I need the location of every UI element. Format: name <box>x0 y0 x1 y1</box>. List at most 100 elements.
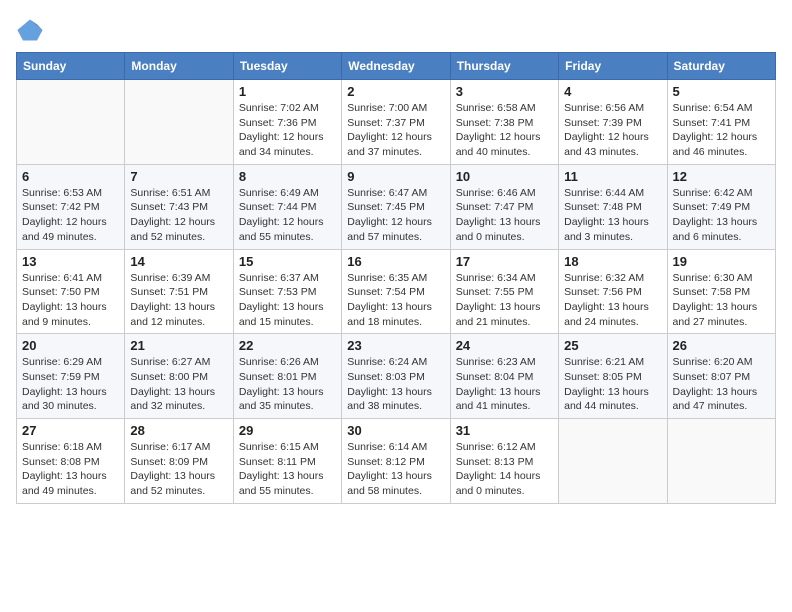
day-info: Sunrise: 6:51 AM Sunset: 7:43 PM Dayligh… <box>130 186 227 245</box>
day-number: 17 <box>456 254 553 269</box>
day-number: 7 <box>130 169 227 184</box>
day-info: Sunrise: 6:34 AM Sunset: 7:55 PM Dayligh… <box>456 271 553 330</box>
calendar-cell: 22Sunrise: 6:26 AM Sunset: 8:01 PM Dayli… <box>233 334 341 419</box>
calendar-cell: 18 Sunrise: 6:32 AM Sunset: 7:56 PM Dayli… <box>559 249 667 334</box>
day-number: 30 <box>347 423 444 438</box>
calendar-cell: 16 Sunrise: 6:35 AM Sunset: 7:54 PM Dayli… <box>342 249 450 334</box>
day-number: 23 <box>347 338 444 353</box>
day-number: 13 <box>22 254 119 269</box>
calendar-table: SundayMondayTuesdayWednesdayThursdayFrid… <box>16 52 776 504</box>
calendar-cell <box>559 419 667 504</box>
day-info: Sunrise: 6:56 AM Sunset: 7:39 PM Dayligh… <box>564 101 661 160</box>
calendar-cell: 25Sunrise: 6:21 AM Sunset: 8:05 PM Dayli… <box>559 334 667 419</box>
calendar-cell: 10 Sunrise: 6:46 AM Sunset: 7:47 PM Dayli… <box>450 164 558 249</box>
day-header-saturday: Saturday <box>667 53 775 80</box>
calendar-cell: 28 Sunrise: 6:17 AM Sunset: 8:09 PM Dayli… <box>125 419 233 504</box>
day-info: Sunrise: 6:35 AM Sunset: 7:54 PM Dayligh… <box>347 271 444 330</box>
calendar-cell <box>125 80 233 165</box>
day-info: Sunrise: 6:32 AM Sunset: 7:56 PM Dayligh… <box>564 271 661 330</box>
day-info: Sunrise: 6:30 AM Sunset: 7:58 PM Dayligh… <box>673 271 770 330</box>
day-info: Sunrise: 6:42 AM Sunset: 7:49 PM Dayligh… <box>673 186 770 245</box>
calendar-cell: 31 Sunrise: 6:12 AM Sunset: 8:13 PM Dayli… <box>450 419 558 504</box>
day-info: Sunrise: 6:27 AM Sunset: 8:00 PM Dayligh… <box>130 355 227 414</box>
day-info: Sunrise: 6:49 AM Sunset: 7:44 PM Dayligh… <box>239 186 336 245</box>
day-number: 6 <box>22 169 119 184</box>
day-number: 2 <box>347 84 444 99</box>
day-number: 11 <box>564 169 661 184</box>
day-info: Sunrise: 6:58 AM Sunset: 7:38 PM Dayligh… <box>456 101 553 160</box>
day-info: Sunrise: 6:54 AM Sunset: 7:41 PM Dayligh… <box>673 101 770 160</box>
day-number: 5 <box>673 84 770 99</box>
day-info: Sunrise: 6:17 AM Sunset: 8:09 PM Dayligh… <box>130 440 227 499</box>
day-info: Sunrise: 6:53 AM Sunset: 7:42 PM Dayligh… <box>22 186 119 245</box>
calendar-cell <box>17 80 125 165</box>
day-info: Sunrise: 6:15 AM Sunset: 8:11 PM Dayligh… <box>239 440 336 499</box>
calendar-cell: 6 Sunrise: 6:53 AM Sunset: 7:42 PM Daylig… <box>17 164 125 249</box>
calendar-cell: 30 Sunrise: 6:14 AM Sunset: 8:12 PM Dayli… <box>342 419 450 504</box>
day-info: Sunrise: 6:29 AM Sunset: 7:59 PM Dayligh… <box>22 355 119 414</box>
calendar-week-row: 1Sunrise: 7:02 AM Sunset: 7:36 PM Daylig… <box>17 80 776 165</box>
calendar-cell: 13 Sunrise: 6:41 AM Sunset: 7:50 PM Dayli… <box>17 249 125 334</box>
day-number: 24 <box>456 338 553 353</box>
calendar-cell: 26 Sunrise: 6:20 AM Sunset: 8:07 PM Dayli… <box>667 334 775 419</box>
calendar-cell: 5 Sunrise: 6:54 AM Sunset: 7:41 PM Daylig… <box>667 80 775 165</box>
day-number: 28 <box>130 423 227 438</box>
day-info: Sunrise: 6:12 AM Sunset: 8:13 PM Dayligh… <box>456 440 553 499</box>
day-number: 20 <box>22 338 119 353</box>
day-number: 14 <box>130 254 227 269</box>
day-info: Sunrise: 6:14 AM Sunset: 8:12 PM Dayligh… <box>347 440 444 499</box>
day-number: 26 <box>673 338 770 353</box>
day-number: 18 <box>564 254 661 269</box>
day-info: Sunrise: 6:46 AM Sunset: 7:47 PM Dayligh… <box>456 186 553 245</box>
calendar-cell: 8 Sunrise: 6:49 AM Sunset: 7:44 PM Daylig… <box>233 164 341 249</box>
day-number: 9 <box>347 169 444 184</box>
calendar-cell: 20 Sunrise: 6:29 AM Sunset: 7:59 PM Dayli… <box>17 334 125 419</box>
day-info: Sunrise: 6:39 AM Sunset: 7:51 PM Dayligh… <box>130 271 227 330</box>
day-info: Sunrise: 6:20 AM Sunset: 8:07 PM Dayligh… <box>673 355 770 414</box>
calendar-cell: 4Sunrise: 6:56 AM Sunset: 7:39 PM Daylig… <box>559 80 667 165</box>
calendar-cell: 7 Sunrise: 6:51 AM Sunset: 7:43 PM Daylig… <box>125 164 233 249</box>
logo-icon <box>16 16 44 44</box>
day-number: 21 <box>130 338 227 353</box>
day-header-friday: Friday <box>559 53 667 80</box>
day-number: 3 <box>456 84 553 99</box>
day-header-thursday: Thursday <box>450 53 558 80</box>
day-number: 27 <box>22 423 119 438</box>
calendar-cell: 24 Sunrise: 6:23 AM Sunset: 8:04 PM Dayli… <box>450 334 558 419</box>
calendar-cell: 11 Sunrise: 6:44 AM Sunset: 7:48 PM Dayli… <box>559 164 667 249</box>
page-header <box>16 16 776 44</box>
day-number: 12 <box>673 169 770 184</box>
day-number: 10 <box>456 169 553 184</box>
day-number: 16 <box>347 254 444 269</box>
day-info: Sunrise: 6:44 AM Sunset: 7:48 PM Dayligh… <box>564 186 661 245</box>
calendar-week-row: 20 Sunrise: 6:29 AM Sunset: 7:59 PM Dayli… <box>17 334 776 419</box>
calendar-week-row: 27 Sunrise: 6:18 AM Sunset: 8:08 PM Dayli… <box>17 419 776 504</box>
calendar-week-row: 13 Sunrise: 6:41 AM Sunset: 7:50 PM Dayli… <box>17 249 776 334</box>
day-header-monday: Monday <box>125 53 233 80</box>
calendar-cell <box>667 419 775 504</box>
day-info: Sunrise: 7:00 AM Sunset: 7:37 PM Dayligh… <box>347 101 444 160</box>
calendar-cell: 14 Sunrise: 6:39 AM Sunset: 7:51 PM Dayli… <box>125 249 233 334</box>
calendar-week-row: 6 Sunrise: 6:53 AM Sunset: 7:42 PM Daylig… <box>17 164 776 249</box>
day-info: Sunrise: 6:41 AM Sunset: 7:50 PM Dayligh… <box>22 271 119 330</box>
calendar-cell: 23 Sunrise: 6:24 AM Sunset: 8:03 PM Dayli… <box>342 334 450 419</box>
calendar-cell: 29Sunrise: 6:15 AM Sunset: 8:11 PM Dayli… <box>233 419 341 504</box>
calendar-cell: 19 Sunrise: 6:30 AM Sunset: 7:58 PM Dayli… <box>667 249 775 334</box>
calendar-cell: 21 Sunrise: 6:27 AM Sunset: 8:00 PM Dayli… <box>125 334 233 419</box>
day-number: 15 <box>239 254 336 269</box>
day-info: Sunrise: 6:24 AM Sunset: 8:03 PM Dayligh… <box>347 355 444 414</box>
day-number: 19 <box>673 254 770 269</box>
day-number: 8 <box>239 169 336 184</box>
day-header-tuesday: Tuesday <box>233 53 341 80</box>
day-info: Sunrise: 6:21 AM Sunset: 8:05 PM Dayligh… <box>564 355 661 414</box>
calendar-cell: 17 Sunrise: 6:34 AM Sunset: 7:55 PM Dayli… <box>450 249 558 334</box>
logo <box>16 16 48 44</box>
day-info: Sunrise: 6:23 AM Sunset: 8:04 PM Dayligh… <box>456 355 553 414</box>
day-header-wednesday: Wednesday <box>342 53 450 80</box>
day-info: Sunrise: 6:18 AM Sunset: 8:08 PM Dayligh… <box>22 440 119 499</box>
day-number: 31 <box>456 423 553 438</box>
calendar-cell: 9Sunrise: 6:47 AM Sunset: 7:45 PM Daylig… <box>342 164 450 249</box>
calendar-cell: 2 Sunrise: 7:00 AM Sunset: 7:37 PM Daylig… <box>342 80 450 165</box>
calendar-cell: 1Sunrise: 7:02 AM Sunset: 7:36 PM Daylig… <box>233 80 341 165</box>
day-header-sunday: Sunday <box>17 53 125 80</box>
